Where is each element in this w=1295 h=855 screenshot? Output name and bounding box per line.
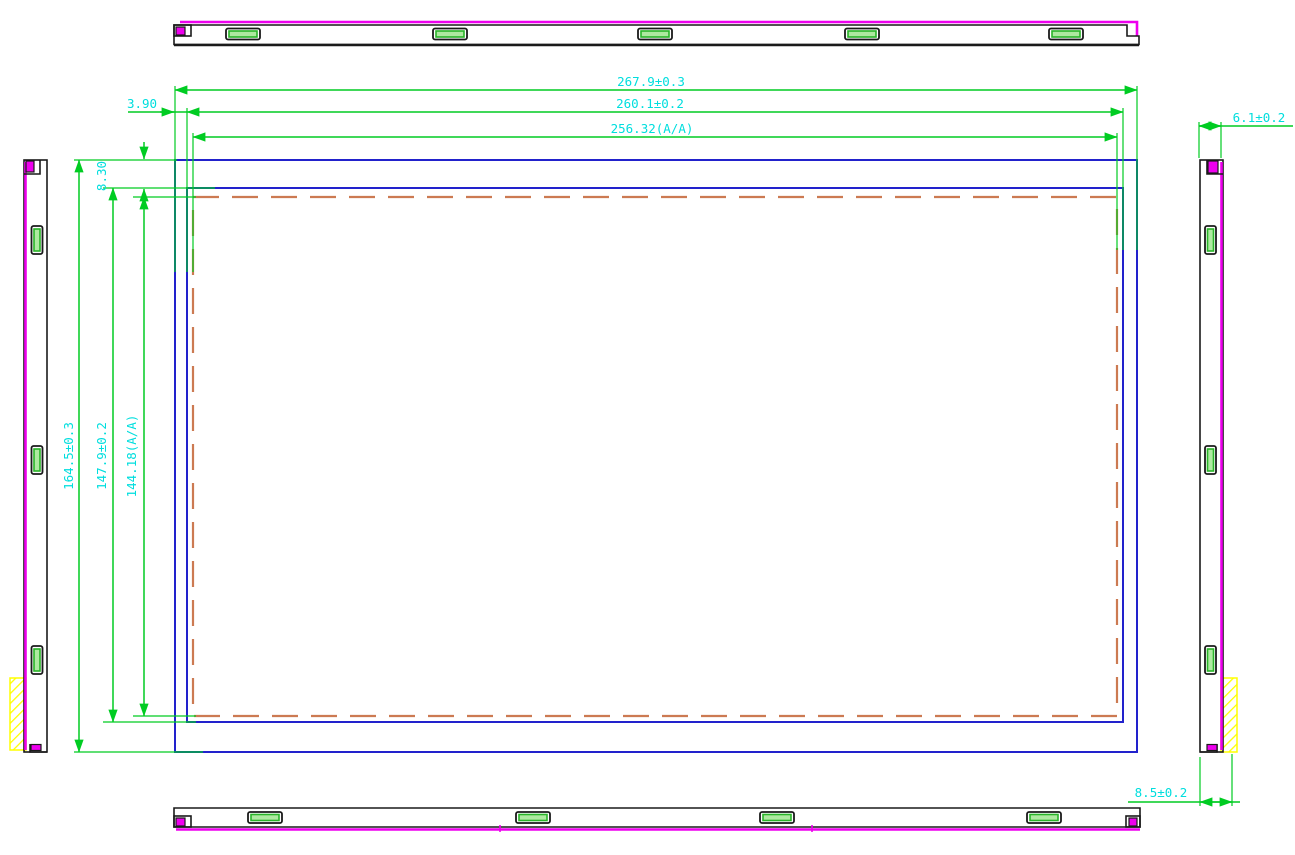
mounting-tab	[433, 29, 467, 40]
front-view	[175, 160, 1137, 752]
bottom-view	[174, 808, 1140, 832]
bottom-view-right-notch-fill	[1129, 818, 1137, 826]
bottom-view-body	[174, 808, 1140, 827]
left-side-bottom-notch-fill	[31, 745, 41, 751]
active-area-rect	[193, 197, 1117, 716]
bezel-opening-rect	[187, 188, 1123, 722]
dim-label-offset-left: 3.90	[127, 96, 157, 111]
mounting-tab	[1027, 812, 1061, 823]
panel-outline-rect	[175, 160, 1137, 752]
dim-label-width-active: 256.32(A/A)	[611, 121, 694, 136]
dim-label-side-thickness-total: 8.5±0.2	[1135, 785, 1188, 800]
top-view-left-notch-fill	[176, 27, 185, 35]
dim-label-height-bezel: 147.9±0.2	[94, 422, 109, 490]
dim-label-width-bezel: 260.1±0.2	[616, 96, 684, 111]
right-side-bottom-notch-fill	[1207, 745, 1217, 751]
mounting-tab	[32, 226, 43, 254]
mounting-tab	[1049, 29, 1083, 40]
bottom-view-left-notch-fill	[176, 818, 185, 826]
mounting-tab	[516, 812, 550, 823]
dim-label-offset-top: 8.30	[94, 161, 109, 191]
mounting-tab	[226, 29, 260, 40]
dim-label-height-outline: 164.5±0.3	[61, 422, 76, 490]
dimension-height-bezel: 147.9±0.2	[94, 188, 215, 722]
mounting-tab	[1205, 646, 1216, 674]
dim-label-side-thickness: 6.1±0.2	[1233, 110, 1286, 125]
left-side-top-notch-fill	[26, 161, 34, 172]
mounting-tab	[1205, 226, 1216, 254]
mounting-tab	[638, 29, 672, 40]
mounting-tab	[760, 812, 794, 823]
left-side-view	[10, 160, 47, 752]
outline-drawing: 267.9±0.3 260.1±0.2 256.32(A/A) 3.90 164…	[0, 0, 1295, 855]
dimension-side-thickness-total: 8.5±0.2	[1128, 754, 1240, 806]
dimension-offset-left: 3.90	[127, 96, 187, 112]
dimension-height-active: 144.18(A/A)	[124, 197, 196, 716]
mounting-tab	[32, 646, 43, 674]
dim-label-height-active: 144.18(A/A)	[124, 415, 139, 498]
right-side-top-notch-fill	[1208, 161, 1218, 173]
mounting-tab	[248, 812, 282, 823]
right-side-view	[1200, 160, 1237, 752]
mounting-tab	[845, 29, 879, 40]
dimension-side-thickness: 6.1±0.2	[1199, 110, 1293, 158]
dim-label-width-outline: 267.9±0.3	[617, 74, 685, 89]
drawing-canvas: 267.9±0.3 260.1±0.2 256.32(A/A) 3.90 164…	[0, 0, 1295, 855]
top-view	[174, 22, 1139, 45]
mounting-tab	[1205, 446, 1216, 474]
mounting-tab	[32, 446, 43, 474]
